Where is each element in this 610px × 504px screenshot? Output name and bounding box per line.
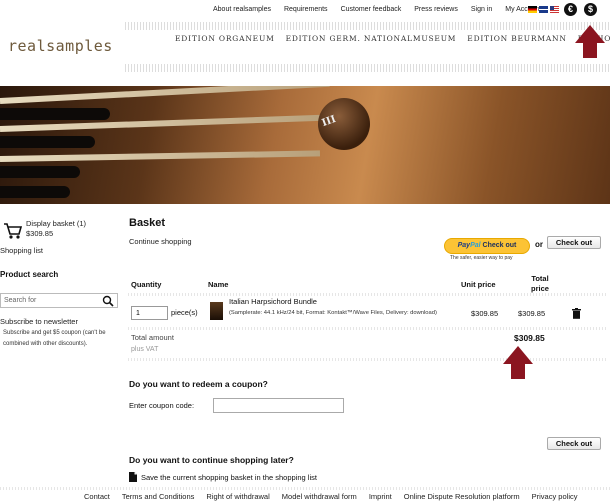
column-header-total-price: Total price	[531, 274, 549, 293]
footer-divider	[0, 487, 610, 490]
top-nav-about[interactable]: About realsamples	[213, 6, 271, 13]
column-header-name: Name	[208, 280, 229, 289]
footer-nav: Contact Terms and Conditions Right of wi…	[84, 492, 590, 501]
newsletter-title[interactable]: Subscribe to newsletter	[0, 317, 78, 326]
paypal-logo-pay: Pay	[457, 242, 471, 249]
edition-organeum-link[interactable]: EDITION ORGANEUM	[175, 34, 275, 43]
top-nav: About realsamples Requirements Customer …	[213, 6, 554, 13]
annotation-arrow-up	[503, 346, 533, 382]
brand-logo[interactable]: realsamples	[8, 37, 113, 55]
dollar-currency-button[interactable]: $	[584, 3, 597, 16]
basket-total: $309.85	[26, 229, 54, 238]
shopping-list-link[interactable]: Shopping list	[0, 246, 43, 255]
pieces-label: piece(s)	[171, 308, 198, 317]
paypal-checkout-label: Check out	[482, 242, 517, 249]
table-row-divider	[128, 327, 606, 330]
document-icon[interactable]	[129, 472, 137, 482]
paypal-checkout-button[interactable]: PayPal Check out	[444, 238, 530, 254]
page-title: Basket	[129, 217, 166, 229]
coupon-label: Enter coupon code:	[129, 401, 195, 410]
basket-summary[interactable]: Display basket (1) $309.85	[26, 219, 86, 239]
edition-beurmann-link[interactable]: EDITION BEURMANN	[467, 34, 567, 43]
paypal-tagline: The safer, easier way to pay	[450, 255, 513, 261]
newsletter-text: Subscribe and get $5 coupon (can't be co…	[3, 330, 106, 347]
annotation-arrow-up	[575, 25, 605, 61]
edition-germ-nationalmuseum-link[interactable]: EDITION GERM. NATIONALMUSEUM	[286, 34, 457, 43]
table-header-divider	[128, 293, 606, 296]
shopping-cart-icon[interactable]	[3, 222, 23, 240]
continue-shopping-link[interactable]: Continue shopping	[129, 237, 192, 246]
us-flag-icon[interactable]	[550, 6, 559, 13]
total-divider	[128, 358, 606, 361]
top-utility-bar: About realsamples Requirements Customer …	[0, 0, 610, 22]
vat-note: plus VAT	[131, 346, 159, 353]
display-basket-link[interactable]: Display basket (1)	[26, 219, 86, 229]
total-amount-label: Total amount	[131, 333, 174, 342]
save-basket-link[interactable]: Save the current shopping basket in the …	[141, 473, 317, 482]
footer-odr-link[interactable]: Online Dispute Resolution platform	[404, 492, 520, 501]
edition-divider-bottom	[125, 64, 610, 72]
product-search-title: Product search	[0, 270, 59, 279]
quantity-input[interactable]	[131, 306, 168, 320]
top-nav-sign-in[interactable]: Sign in	[471, 6, 492, 13]
total-amount-value: $309.85	[514, 333, 545, 343]
column-header-unit-price: Unit price	[461, 280, 496, 289]
checkout-button-top[interactable]: Check out	[547, 236, 601, 249]
footer-withdrawal-form-link[interactable]: Model withdrawal form	[282, 492, 357, 501]
hero-image: III	[0, 86, 610, 204]
german-flag-icon[interactable]	[528, 6, 537, 13]
search-icon[interactable]	[102, 295, 114, 307]
top-nav-press-reviews[interactable]: Press reviews	[414, 6, 458, 13]
product-thumbnail[interactable]	[210, 302, 223, 320]
footer-terms-link[interactable]: Terms and Conditions	[122, 492, 195, 501]
hero-black-key	[0, 136, 95, 148]
footer-contact-link[interactable]: Contact	[84, 492, 110, 501]
trash-icon[interactable]	[572, 308, 581, 319]
edition-nav: EDITION ORGANEUM EDITION GERM. NATIONALM…	[125, 22, 610, 72]
edition-divider-top	[125, 22, 610, 30]
column-header-quantity: Quantity	[131, 280, 162, 289]
total-price-value: $309.85	[518, 309, 546, 318]
paypal-logo-pal: Pal	[470, 242, 481, 249]
save-later-heading: Do you want to continue shopping later?	[129, 455, 294, 465]
checkout-button-bottom[interactable]: Check out	[547, 437, 601, 450]
search-input[interactable]: Search for	[0, 293, 118, 308]
coupon-code-input[interactable]	[213, 398, 344, 413]
footer-privacy-link[interactable]: Privacy policy	[532, 492, 578, 501]
euro-currency-button[interactable]: €	[564, 3, 577, 16]
footer-withdrawal-link[interactable]: Right of withdrawal	[206, 492, 269, 501]
uk-flag-icon[interactable]	[539, 6, 548, 13]
product-name-link[interactable]: Italian Harpsichord Bundle	[229, 297, 317, 306]
unit-price-value: $309.85	[471, 309, 499, 318]
product-description: (Samplerate: 44.1 kHz/24 bit, Format: Ko…	[229, 310, 437, 316]
hero-black-key	[0, 108, 110, 120]
hero-black-key	[0, 186, 70, 198]
footer-imprint-link[interactable]: Imprint	[369, 492, 392, 501]
top-nav-customer-feedback[interactable]: Customer feedback	[341, 6, 402, 13]
or-separator: or	[535, 240, 543, 249]
language-flags	[528, 6, 559, 13]
top-nav-requirements[interactable]: Requirements	[284, 6, 328, 13]
coupon-heading: Do you want to redeem a coupon?	[129, 379, 268, 389]
hero-black-key	[0, 166, 80, 178]
